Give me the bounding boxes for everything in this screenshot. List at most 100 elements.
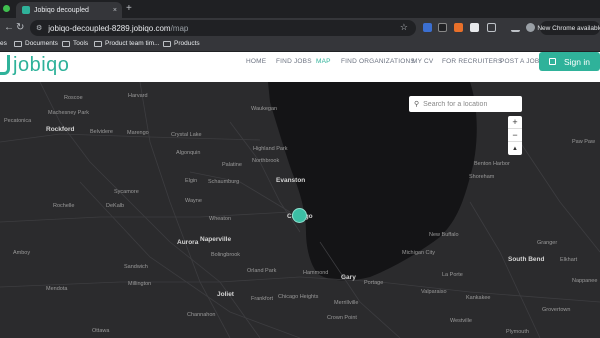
map-place-label: Crown Point xyxy=(327,315,357,321)
map-place-label: Roscoe xyxy=(64,95,83,101)
map-place-label: Crystal Lake xyxy=(171,132,202,138)
map-place-label: Shoreham xyxy=(469,174,495,180)
map-place-label: Elkhart xyxy=(560,257,578,263)
folder-icon xyxy=(163,40,171,47)
location-search-box[interactable]: ⚲ xyxy=(409,96,522,112)
site-info-icon[interactable]: ⚙ xyxy=(36,24,42,32)
zoom-in-button[interactable]: + xyxy=(508,116,522,129)
map-place-label: Waukegan xyxy=(251,106,278,112)
window-control-icon[interactable] xyxy=(3,5,10,12)
map-place-label: Sandwich xyxy=(124,264,148,270)
nav-for-recruiters[interactable]: FOR RECRUITERS xyxy=(442,58,503,65)
bookmark-label: Products xyxy=(174,40,200,47)
map-place-label: Elgin xyxy=(185,178,198,184)
tab-title: Jobiqo decoupled xyxy=(34,6,89,14)
map-place-label: Benton Harbor xyxy=(474,161,510,167)
map-place-label: Machesney Park xyxy=(48,110,89,116)
map-place-label: Wheaton xyxy=(209,216,232,222)
tab-close-icon[interactable]: × xyxy=(113,7,117,14)
site-header: jobiqo HOME FIND JOBS MAP FIND ORGANIZAT… xyxy=(0,52,600,82)
map-place-label: Rochelle xyxy=(53,203,75,209)
bookmark-folder-product-team[interactable]: Product team tim... xyxy=(94,40,160,47)
bookmark-folder-documents[interactable]: Documents xyxy=(14,40,58,47)
bookmark-label: Product team tim... xyxy=(105,40,160,47)
nav-find-jobs[interactable]: FIND JOBS xyxy=(276,58,312,65)
address-bar[interactable]: ⚙ jobiqo-decoupled-8289.jobiqo.com/map ☆ xyxy=(30,20,416,36)
bookmark-item[interactable]: es xyxy=(0,40,7,47)
bookmark-star-icon[interactable]: ☆ xyxy=(400,22,408,33)
map-place-label: Paw Paw xyxy=(572,139,595,145)
location-search-input[interactable] xyxy=(423,100,514,108)
bookmark-label: Documents xyxy=(25,40,58,47)
map-place-label: Westville xyxy=(450,318,472,324)
bookmark-folder-tools[interactable]: Tools xyxy=(62,40,88,47)
map-place-label: Michigan City xyxy=(402,250,436,256)
logo-text: jobiqo xyxy=(13,53,70,76)
nav-map[interactable]: MAP xyxy=(316,58,331,65)
back-icon[interactable]: ← xyxy=(4,22,14,33)
nav-find-organizations[interactable]: FIND ORGANIZATIONS xyxy=(341,58,415,65)
logo-mark-icon xyxy=(0,55,10,75)
extension-icon[interactable] xyxy=(454,23,463,32)
map-place-label: Millington xyxy=(128,281,152,287)
sign-in-icon xyxy=(549,58,556,65)
reload-icon[interactable]: ↻ xyxy=(16,22,24,33)
map-place-label: Joliet xyxy=(217,291,234,298)
extension-icon[interactable] xyxy=(438,23,447,32)
map-place-label: DeKalb xyxy=(106,203,125,209)
map-place-label: Pecatonica xyxy=(4,118,32,124)
map-place-label: Algonquin xyxy=(176,150,201,156)
folder-icon xyxy=(94,40,102,47)
tab-favicon-icon xyxy=(22,6,30,14)
map-place-label: Northbrook xyxy=(252,158,280,164)
map-place-label: Portage xyxy=(364,280,384,286)
browser-tab-bar: Jobiqo decoupled × + xyxy=(0,0,600,18)
map-place-label: Grovertown xyxy=(542,307,571,313)
nav-home[interactable]: HOME xyxy=(246,58,266,65)
folder-icon xyxy=(62,40,70,47)
extensions-puzzle-icon[interactable] xyxy=(487,23,496,32)
map-place-label: Rockford xyxy=(46,126,75,133)
job-location-marker[interactable] xyxy=(292,208,307,223)
map-place-label: Evanston xyxy=(276,177,306,184)
jobiqo-logo[interactable]: jobiqo xyxy=(0,52,69,78)
sign-in-label: Sign in xyxy=(564,56,590,67)
map-place-label: Belvidere xyxy=(90,129,113,135)
map-place-label: Amboy xyxy=(13,250,31,256)
new-chrome-available-button[interactable]: New Chrome available xyxy=(537,21,600,35)
map-place-label: Hammond xyxy=(303,270,329,276)
new-tab-icon[interactable]: + xyxy=(126,3,132,14)
url-host: jobiqo-decoupled-8289.jobiqo.com xyxy=(48,23,171,33)
map-place-label: Highland Park xyxy=(253,146,288,152)
map-place-label: Channahon xyxy=(187,312,216,318)
profile-avatar-icon[interactable] xyxy=(526,23,535,32)
map-canvas[interactable]: Roscoe Harvard Waukegan Machesney Park P… xyxy=(0,82,600,338)
map-place-label: South Bend xyxy=(508,256,545,263)
map-place-label: Bolingbrook xyxy=(211,252,241,258)
map-place-label: Plymouth xyxy=(506,329,529,335)
map-place-label: Sycamore xyxy=(114,189,139,195)
map-place-label: Naperville xyxy=(200,236,232,243)
folder-icon xyxy=(14,40,22,47)
map-place-label: Harvard xyxy=(128,93,148,99)
map-place-label: Kankakee xyxy=(466,295,491,301)
extension-icon[interactable] xyxy=(470,23,479,32)
map-place-label: Nappanee xyxy=(572,278,598,284)
map-place-label: Chicago Heights xyxy=(278,294,319,300)
download-icon[interactable] xyxy=(511,23,520,32)
bookmarks-bar: es Documents Tools Product team tim... P… xyxy=(0,38,600,52)
sign-in-button[interactable]: Sign in xyxy=(539,52,600,71)
extension-icon[interactable] xyxy=(423,23,432,32)
map-place-label: Valparaiso xyxy=(421,289,447,295)
compass-reset-button[interactable]: ▲ xyxy=(508,142,522,155)
zoom-controls: + − ▲ xyxy=(508,116,522,155)
zoom-out-button[interactable]: − xyxy=(508,129,522,142)
map-place-label: Orland Park xyxy=(247,268,277,274)
nav-my-cv[interactable]: MY CV xyxy=(412,58,433,65)
nav-post-a-job[interactable]: POST A JOB xyxy=(500,58,539,65)
bookmark-folder-products[interactable]: Products xyxy=(163,40,200,47)
map-place-label: Merrillville xyxy=(334,300,359,306)
map-place-label: Palatine xyxy=(222,162,242,168)
browser-tab[interactable]: Jobiqo decoupled × xyxy=(16,2,122,18)
map-place-label: Frankfort xyxy=(251,296,274,302)
